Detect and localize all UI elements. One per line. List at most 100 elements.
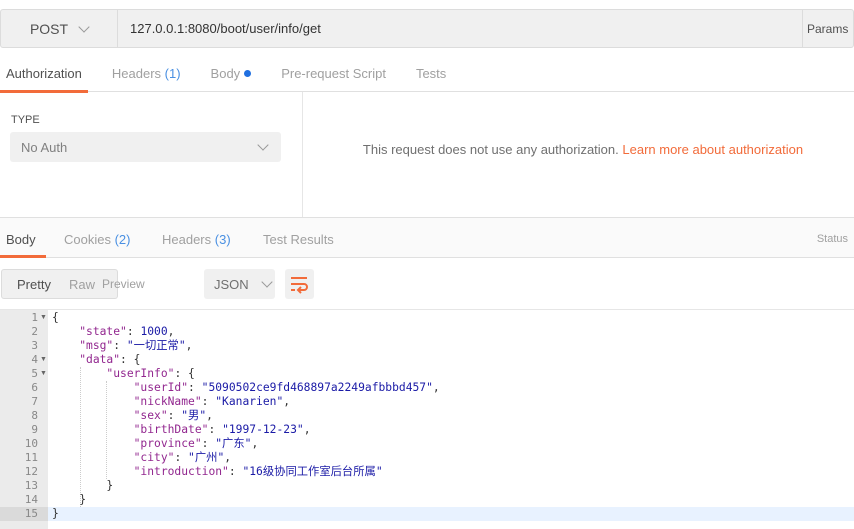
tab-body[interactable]: Body — [205, 60, 258, 92]
line-number: 2 — [31, 325, 38, 338]
tab-test-results[interactable]: Test Results — [263, 218, 334, 258]
json-punct: : { — [120, 353, 141, 366]
auth-message-text: This request does not use any authorizat… — [362, 142, 619, 157]
json-punct: : — [208, 423, 223, 436]
chevron-down-icon — [78, 20, 90, 33]
params-button[interactable]: Params — [803, 10, 853, 47]
tab-count: (2) — [114, 232, 131, 247]
code-line: "userInfo": { — [52, 367, 195, 381]
json-punct — [52, 451, 134, 464]
json-string: "16级协同工作室后台所属" — [242, 465, 383, 478]
wrap-lines-button[interactable] — [285, 269, 314, 299]
json-punct: : — [201, 395, 216, 408]
active-line-highlight — [48, 507, 854, 521]
auth-type-label: TYPE — [11, 114, 40, 126]
tab-label: Pre-request Script — [281, 66, 386, 81]
line-number: 7 — [31, 395, 38, 408]
json-key: "sex" — [133, 409, 168, 422]
tab-tests[interactable]: Tests — [410, 60, 452, 92]
json-punct: : — [201, 437, 216, 450]
json-string: "广东" — [215, 437, 252, 450]
json-punct: } — [52, 479, 114, 492]
tab-count: (1) — [164, 66, 181, 81]
json-string: "男" — [181, 409, 207, 422]
format-select[interactable]: JSON — [204, 269, 275, 299]
code-line: "data": { — [52, 353, 140, 367]
line-number: 5 — [31, 367, 38, 380]
method-label: POST — [29, 20, 69, 37]
fold-arrow-icon[interactable]: ▼ — [40, 367, 47, 381]
learn-more-link[interactable]: Learn more about authorization — [622, 142, 803, 157]
line-number: 13 — [24, 479, 38, 492]
json-punct — [52, 353, 79, 366]
line-number: 14 — [24, 493, 38, 506]
json-punct: : — [113, 339, 127, 352]
tab-pre-request-script[interactable]: Pre-request Script — [275, 60, 392, 92]
json-punct: , — [432, 381, 440, 394]
json-punct: : — [228, 465, 243, 478]
json-key: "introduction" — [133, 465, 229, 478]
json-key: "userId" — [133, 381, 189, 394]
request-tabs: Authorization Headers (1) Body Pre-reque… — [0, 60, 854, 93]
auth-type-select[interactable]: No Auth — [10, 132, 281, 162]
tab-count: (3) — [214, 232, 231, 247]
code-line: } — [52, 479, 113, 493]
line-number: 4 — [31, 353, 38, 366]
json-punct: , — [224, 451, 232, 464]
status-label: Status — [816, 233, 848, 245]
json-punct — [52, 325, 79, 338]
url-input[interactable]: 127.0.0.1:8080/boot/user/info/get — [118, 10, 803, 47]
method-select[interactable]: POST — [1, 10, 118, 47]
format-label: JSON — [214, 276, 249, 292]
code-line: "sex": "男", — [52, 409, 213, 423]
json-punct: } — [52, 507, 59, 520]
mode-pretty[interactable]: Pretty — [17, 277, 51, 292]
json-string: "广州" — [188, 451, 225, 464]
tab-response-headers[interactable]: Headers (3) — [162, 218, 231, 258]
line-number: 15 — [24, 507, 38, 520]
json-punct: } — [52, 493, 87, 506]
tab-label: Authorization — [6, 66, 82, 81]
request-bar: POST 127.0.0.1:8080/boot/user/info/get P… — [0, 9, 854, 48]
mode-preview[interactable]: Preview — [102, 277, 145, 291]
json-punct: , — [283, 395, 291, 408]
tab-label: Cookies — [64, 232, 111, 247]
code-line: "province": "广东", — [52, 437, 259, 451]
code-line: { — [52, 311, 59, 325]
line-number: 3 — [31, 339, 38, 352]
code-line: "city": "广州", — [52, 451, 231, 465]
fold-arrow-icon[interactable]: ▼ — [40, 353, 47, 367]
json-punct — [52, 437, 134, 450]
tab-label: Headers — [111, 66, 162, 81]
json-key: "userInfo" — [106, 367, 175, 380]
auth-type-value: No Auth — [21, 139, 68, 155]
tab-label: Body — [210, 66, 241, 81]
response-editor[interactable]: 1 ▼{2 "state": 1000, 3 "msg": "一切正常", 4 ▼ "d… — [0, 309, 854, 529]
tab-response-body[interactable]: Body — [0, 218, 46, 258]
json-key: "msg" — [79, 339, 114, 352]
tab-headers[interactable]: Headers (1) — [106, 60, 187, 92]
divider — [302, 92, 303, 217]
chevron-down-icon — [257, 139, 269, 151]
json-punct — [52, 423, 134, 436]
tab-cookies[interactable]: Cookies (2) — [64, 218, 130, 258]
tab-label: Test Results — [263, 232, 334, 247]
code-line: "msg": "一切正常", — [52, 339, 192, 353]
json-punct: , — [185, 339, 193, 352]
json-key: "state" — [79, 325, 127, 338]
json-punct: : { — [174, 367, 195, 380]
json-punct — [52, 409, 134, 422]
fold-arrow-icon[interactable]: ▼ — [40, 311, 47, 325]
json-punct: : — [126, 325, 141, 338]
code-line: "userId": "5090502ce9fd468897a2249afbbbd… — [52, 381, 440, 395]
view-mode-toggle: Pretty Raw Preview — [1, 269, 145, 299]
line-number: 12 — [24, 465, 38, 478]
line-number: 8 — [31, 409, 38, 422]
line-number: 6 — [31, 381, 38, 394]
auth-message: This request does not use any authorizat… — [318, 142, 848, 158]
json-punct — [52, 465, 134, 478]
json-punct — [52, 381, 134, 394]
tab-authorization[interactable]: Authorization — [0, 60, 88, 93]
json-string: "1997-12-23" — [222, 423, 304, 436]
mode-raw[interactable]: Raw — [69, 277, 95, 292]
